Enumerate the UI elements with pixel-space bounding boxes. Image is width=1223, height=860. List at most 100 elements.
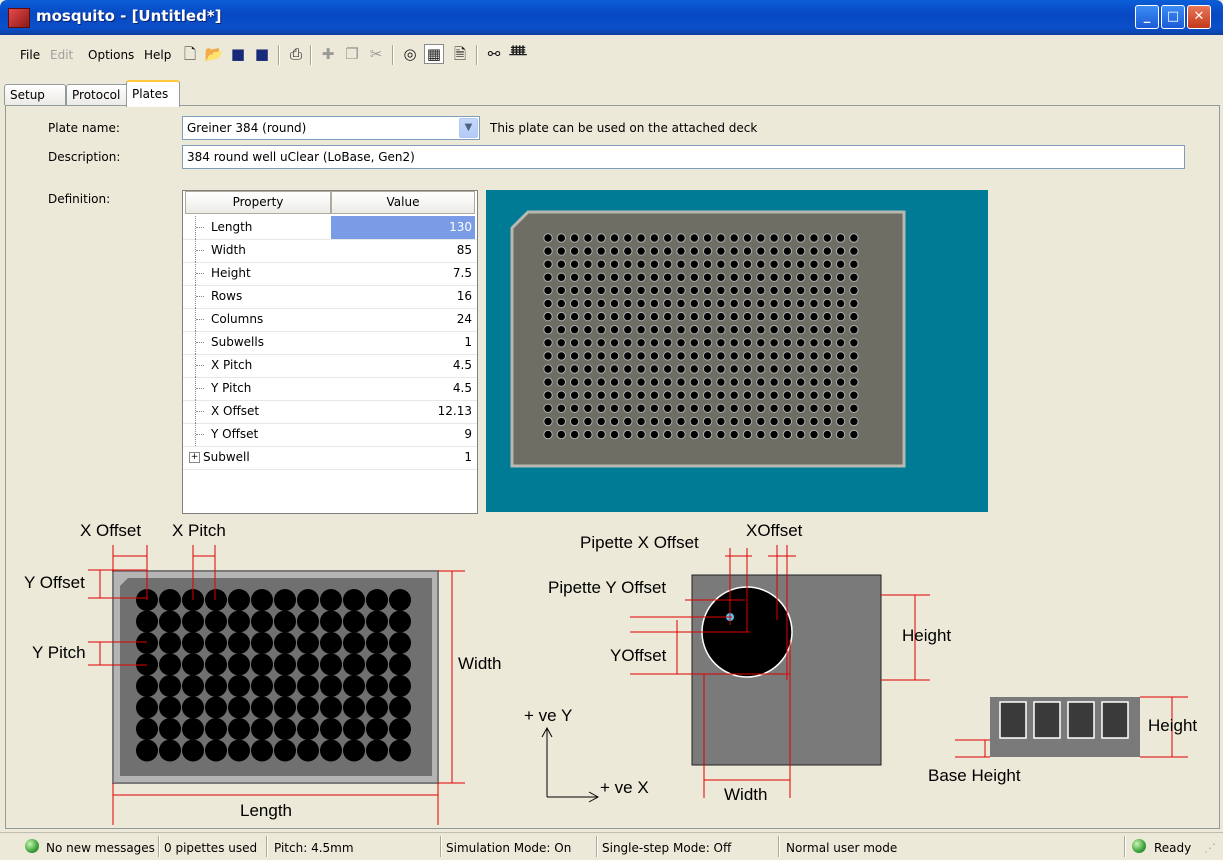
table-row[interactable]: Columns 24 — [183, 308, 477, 332]
table-row[interactable]: Width 85 — [183, 239, 477, 263]
well — [636, 233, 646, 243]
well — [769, 377, 779, 387]
close-button[interactable]: ✕ — [1187, 5, 1211, 29]
table-row[interactable]: Y Pitch 4.5 — [183, 377, 477, 401]
well — [543, 272, 553, 283]
tab-setup[interactable]: Setup — [4, 84, 66, 105]
property-value[interactable]: 12.13 — [331, 400, 475, 423]
well — [623, 364, 633, 374]
tree-line — [195, 285, 206, 308]
value-column-header[interactable]: Value — [331, 191, 475, 214]
table-row[interactable]: + Subwell 1 — [183, 446, 477, 470]
copy-icon[interactable]: ❐ — [342, 44, 362, 64]
well — [716, 259, 726, 269]
well — [796, 338, 806, 348]
well — [835, 325, 846, 335]
well — [702, 429, 713, 440]
app-icon — [8, 8, 30, 28]
well — [663, 298, 673, 309]
property-value[interactable]: 24 — [331, 308, 475, 331]
well — [835, 416, 846, 427]
table-row[interactable]: Length 130 — [183, 216, 477, 240]
open-icon[interactable]: 📂 — [204, 44, 224, 64]
property-value[interactable]: 4.5 — [331, 354, 475, 377]
table-row[interactable]: X Offset 12.13 — [183, 400, 477, 424]
well — [583, 259, 593, 269]
well — [636, 429, 646, 440]
well — [663, 377, 673, 387]
expand-icon[interactable]: + — [189, 452, 200, 463]
well — [623, 285, 633, 296]
well — [596, 403, 606, 414]
document-icon[interactable]: 🗎 — [450, 44, 470, 64]
table-row[interactable]: Y Offset 9 — [183, 423, 477, 447]
pipettes-icon[interactable]: ᚙ — [508, 44, 528, 64]
cut-icon[interactable]: ✂ — [366, 44, 386, 64]
width-label: Width — [458, 654, 502, 673]
well — [822, 311, 832, 322]
table-row[interactable]: Subwells 1 — [183, 331, 477, 355]
property-value[interactable]: 7.5 — [331, 262, 475, 285]
resize-grip-icon[interactable]: ⋰ — [1204, 841, 1216, 855]
add-icon[interactable]: ✚ — [318, 44, 338, 64]
save-icon[interactable]: ■ — [228, 44, 248, 64]
well — [769, 298, 779, 309]
well — [596, 233, 606, 243]
well — [623, 416, 633, 427]
property-value[interactable]: 1 — [331, 331, 475, 354]
property-value[interactable]: 85 — [331, 239, 475, 262]
table-row[interactable]: Rows 16 — [183, 285, 477, 309]
well — [649, 272, 660, 283]
tree-line — [195, 308, 206, 331]
menu-options[interactable]: Options — [88, 48, 134, 62]
well — [822, 416, 832, 427]
property-value[interactable]: 9 — [331, 423, 475, 446]
table-row[interactable]: Height 7.5 — [183, 262, 477, 286]
well — [569, 403, 580, 414]
well — [676, 377, 686, 387]
well — [649, 403, 660, 414]
tab-protocol[interactable]: Protocol — [66, 84, 130, 105]
well — [729, 325, 739, 335]
well — [729, 246, 739, 256]
well — [556, 377, 567, 387]
tab-plates[interactable]: Plates — [126, 80, 180, 107]
target-icon[interactable]: ◎ — [400, 44, 420, 64]
menu-edit[interactable]: Edit — [50, 48, 73, 62]
menu-file[interactable]: File — [20, 48, 40, 62]
well — [596, 416, 606, 427]
well — [569, 311, 580, 322]
well — [689, 416, 700, 427]
property-value[interactable]: 16 — [331, 285, 475, 308]
property-grid[interactable]: Property Value Length 130 Width 85 Height 7… — [182, 190, 478, 514]
property-column-header[interactable]: Property — [185, 191, 331, 214]
minimize-button[interactable]: _ — [1135, 5, 1159, 29]
table-row[interactable]: X Pitch 4.5 — [183, 354, 477, 378]
property-value[interactable]: 130 — [331, 216, 475, 239]
print-icon[interactable]: ⎙ — [286, 44, 306, 64]
well — [543, 364, 553, 374]
new-icon[interactable]: 🗋 — [180, 44, 200, 64]
well — [609, 325, 620, 335]
description-field[interactable]: 384 round well uClear (LoBase, Gen2) — [182, 145, 1185, 169]
toolbar-separator — [392, 45, 394, 65]
well — [569, 246, 580, 256]
plate-icon[interactable]: ▦ — [424, 44, 444, 64]
well — [663, 338, 673, 348]
well — [556, 338, 567, 348]
maximize-button[interactable]: □ — [1161, 5, 1185, 29]
well — [729, 338, 739, 348]
well — [756, 416, 766, 427]
well — [583, 429, 593, 440]
property-value[interactable]: 1 — [331, 446, 475, 469]
link-icon[interactable]: ⚯ — [484, 44, 504, 64]
plate-name-dropdown[interactable]: Greiner 384 (round) ▼ — [182, 116, 480, 140]
save-as-icon[interactable]: ■ — [252, 44, 272, 64]
property-value[interactable]: 4.5 — [331, 377, 475, 400]
menu-help[interactable]: Help — [144, 48, 171, 62]
well — [809, 233, 819, 243]
well — [609, 233, 620, 243]
chevron-down-icon[interactable]: ▼ — [459, 118, 478, 138]
well — [822, 364, 832, 374]
well — [596, 325, 606, 335]
